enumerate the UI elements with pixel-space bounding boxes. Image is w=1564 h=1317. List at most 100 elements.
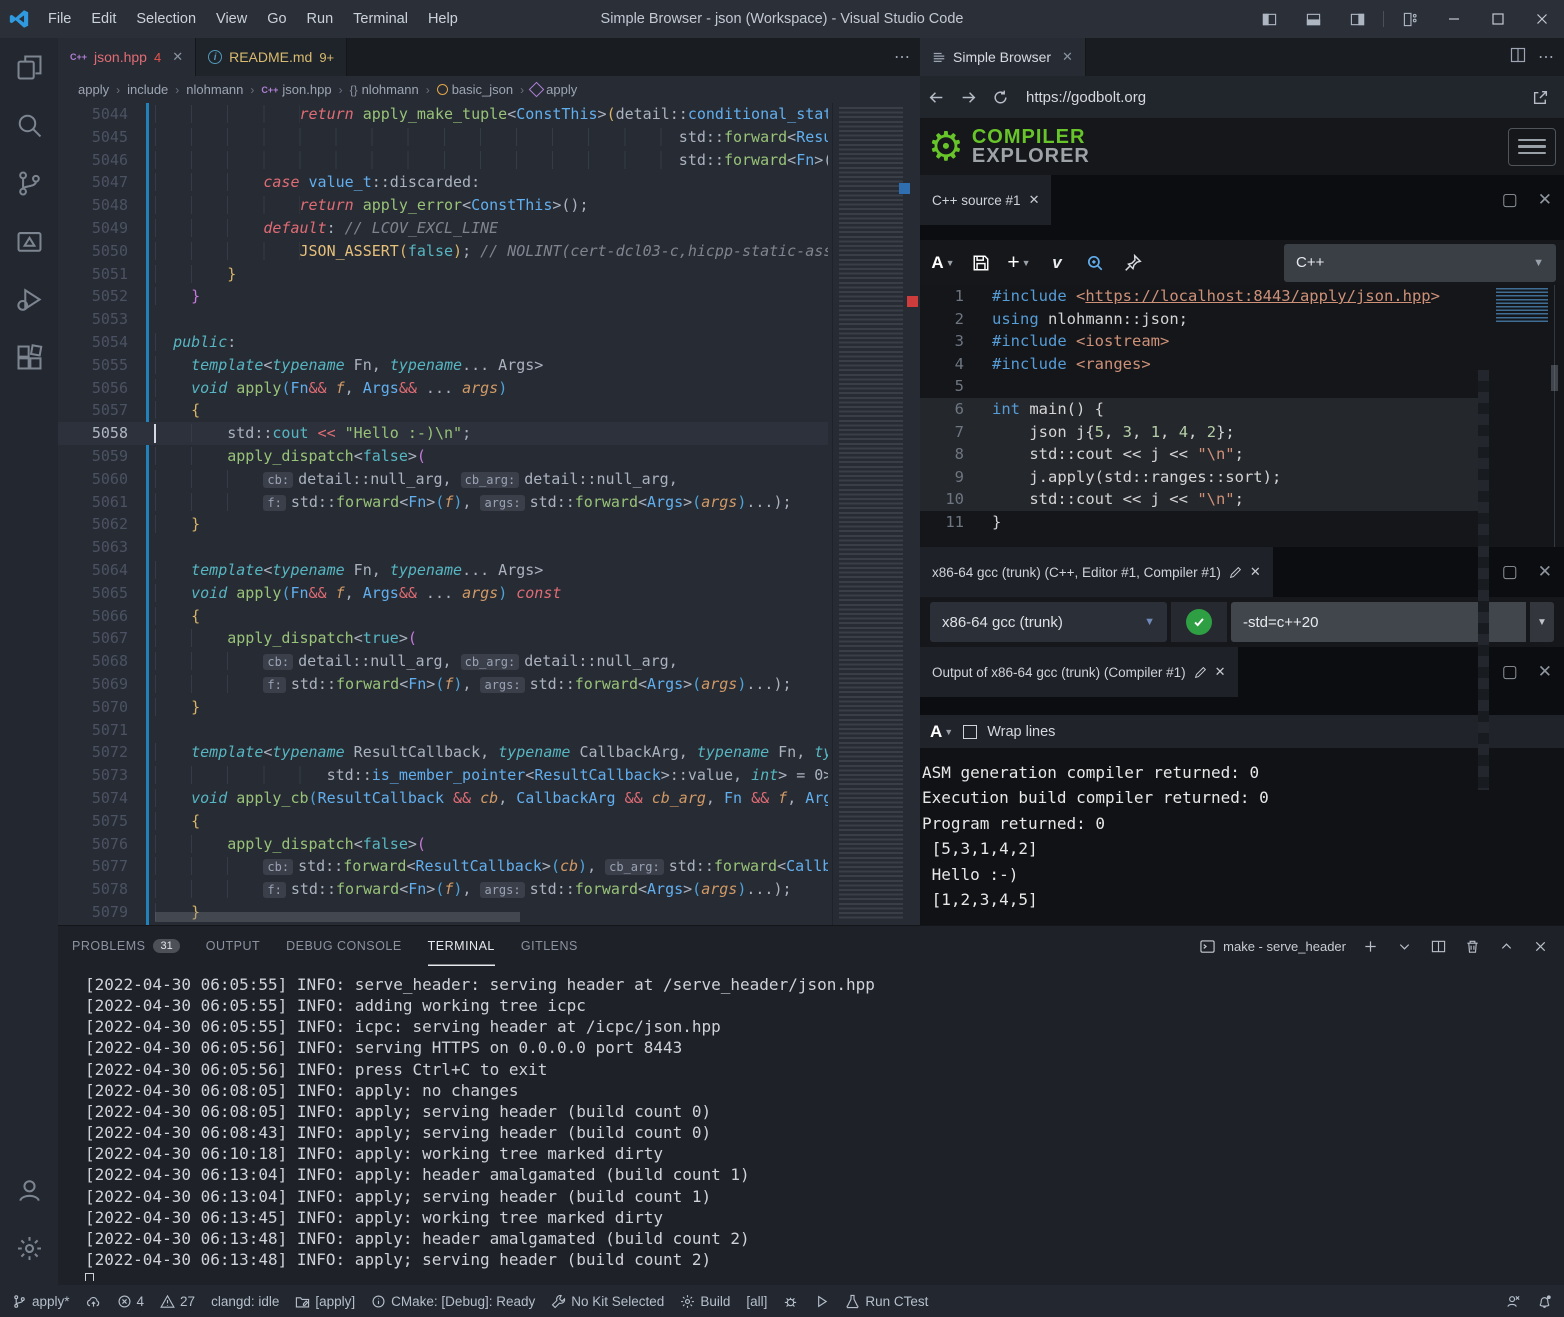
customize-layout-icon[interactable] — [1388, 0, 1432, 38]
panel-tab-output[interactable]: OUTPUT — [206, 926, 260, 966]
code-line[interactable]: 5075 { — [58, 810, 828, 833]
status-item-apply-[interactable]: apply* — [12, 1294, 70, 1309]
godbolt-code-line[interactable]: 5 — [920, 375, 1564, 398]
forward-icon[interactable] — [952, 81, 984, 113]
panel-tab-gitlens[interactable]: GITLENS — [521, 926, 578, 966]
rename-pane-icon[interactable] — [1194, 666, 1207, 679]
code-line[interactable]: 5077 cb:std::forward<ResultCallback>(cb)… — [58, 855, 828, 878]
status-item-publish-cloud-icon[interactable] — [86, 1294, 101, 1309]
close-tab-icon[interactable]: ✕ — [1062, 49, 1073, 65]
run-debug-icon[interactable] — [0, 270, 58, 328]
panel-tab-terminal[interactable]: TERMINAL — [428, 926, 495, 966]
new-terminal-icon[interactable] — [1360, 936, 1380, 956]
menu-terminal[interactable]: Terminal — [343, 11, 418, 27]
godbolt-code-line[interactable]: 11} — [920, 511, 1564, 534]
code-line[interactable]: 5047 case value_t::discarded: — [58, 171, 828, 194]
compiler-pane-tab[interactable]: x86-64 gcc (trunk) (C++, Editor #1, Comp… — [920, 547, 1273, 597]
code-line[interactable]: 5049 default: // LCOV_EXCL_LINE — [58, 217, 828, 240]
status-item-play-icon[interactable] — [814, 1294, 829, 1309]
code-line[interactable]: 5072 template<typename ResultCallback, t… — [58, 741, 828, 764]
status-item-run-ctest[interactable]: Run CTest — [845, 1294, 928, 1309]
code-line[interactable]: 5046 std::forward<Fn>(f), — [58, 149, 828, 172]
open-external-icon[interactable] — [1524, 81, 1556, 113]
code-line[interactable]: 5071 — [58, 719, 828, 742]
status-item-27[interactable]: 27 — [160, 1294, 195, 1309]
godbolt-code-line[interactable]: 7 json j{5, 3, 1, 4, 2}; — [920, 421, 1480, 444]
code-line[interactable]: 5044 return apply_make_tuple<ConstThis>(… — [58, 103, 828, 126]
url-input[interactable]: https://godbolt.org — [1026, 89, 1524, 106]
code-line[interactable]: 5054 public: — [58, 331, 828, 354]
code-line[interactable]: 5056 void apply(Fn&& f, Args&& ... args) — [58, 377, 828, 400]
source-control-icon[interactable] — [0, 154, 58, 212]
breadcrumb-item-nlohmann[interactable]: {}nlohmann — [350, 82, 419, 97]
compiler-select[interactable]: x86-64 gcc (trunk) ▼ — [930, 602, 1167, 642]
code-line[interactable]: 5048 return apply_error<ConstThis>(); — [58, 194, 828, 217]
search-icon[interactable] — [1080, 248, 1110, 278]
close-pane-icon[interactable]: ✕ — [1250, 564, 1261, 580]
close-pane-icon[interactable]: ✕ — [1215, 664, 1226, 680]
language-select[interactable]: C++ ▼ — [1284, 244, 1556, 282]
editor-more-actions-icon[interactable]: ⋯ — [894, 47, 910, 67]
rename-pane-icon[interactable] — [1229, 566, 1242, 579]
breadcrumb-item-apply[interactable]: apply — [531, 82, 577, 97]
code-line[interactable]: 5074 void apply_cb(ResultCallback && cb,… — [58, 787, 828, 810]
minimap[interactable] — [832, 103, 920, 925]
vim-mode-icon[interactable]: v — [1042, 248, 1072, 278]
code-line[interactable]: 5078 f:std::forward<Fn>(f), args:std::fo… — [58, 878, 828, 901]
close-panel-icon[interactable] — [1530, 936, 1550, 956]
code-line[interactable]: 5045 std::forward<ResultCallback>(cb), — [58, 126, 828, 149]
panel-collapse-icon[interactable] — [1496, 936, 1516, 956]
godbolt-code-line[interactable]: 4#include <ranges> — [920, 353, 1564, 376]
code-line[interactable]: 5051 } — [58, 263, 828, 286]
status-item-build[interactable]: Build — [680, 1294, 730, 1309]
code-line[interactable]: 5066 { — [58, 605, 828, 628]
close-pane-icon[interactable]: ✕ — [1029, 192, 1040, 208]
status-item-cmake-debug-ready[interactable]: CMake: [Debug]: Ready — [371, 1294, 535, 1309]
breadcrumb-item-json.hpp[interactable]: C++json.hpp — [261, 82, 331, 97]
godbolt-code-line[interactable]: 10 std::cout << j << "\n"; — [920, 488, 1480, 511]
toggle-panel-icon[interactable] — [1291, 0, 1335, 38]
status-item-feedback-icon[interactable] — [1506, 1294, 1521, 1309]
horizontal-scrollbar[interactable] — [155, 912, 520, 922]
code-line[interactable]: 5064 template<typename Fn, typename... A… — [58, 559, 828, 582]
maximize-icon[interactable] — [1476, 0, 1520, 38]
split-editor-icon[interactable] — [1510, 47, 1526, 68]
panel-tab-problems[interactable]: PROBLEMS31 — [72, 926, 180, 966]
close-pane-icon[interactable]: ✕ — [1538, 190, 1552, 210]
breadcrumb-item-basic_json[interactable]: basic_json — [437, 82, 513, 97]
code-line[interactable]: 5073 std::is_member_pointer<ResultCallba… — [58, 764, 828, 787]
panel-tab-debug-console[interactable]: DEBUG CONSOLE — [286, 926, 402, 966]
editor-tab-README.md[interactable]: iREADME.md9+ — [196, 38, 347, 76]
code-line[interactable]: 5058 std::cout << "Hello :-)\n"; — [58, 422, 828, 445]
godbolt-code-line[interactable]: 8 std::cout << j << "\n"; — [920, 443, 1480, 466]
maximize-pane-icon[interactable]: ▢ — [1502, 190, 1518, 210]
breadcrumb-item-nlohmann[interactable]: nlohmann — [186, 82, 243, 97]
status-item-clangd-idle[interactable]: clangd: idle — [211, 1294, 279, 1309]
code-line[interactable]: 5063 — [58, 536, 828, 559]
reload-icon[interactable] — [984, 81, 1016, 113]
add-editor-icon[interactable]: +▼ — [1004, 248, 1034, 278]
tab-simple-browser[interactable]: Simple Browser ✕ — [920, 38, 1086, 76]
code-line[interactable]: 5053 — [58, 308, 828, 331]
close-window-icon[interactable] — [1520, 0, 1564, 38]
status-item-bug-icon[interactable] — [783, 1294, 798, 1309]
code-line[interactable]: 5069 f:std::forward<Fn>(f), args:std::fo… — [58, 673, 828, 696]
status-item-no-kit-selected[interactable]: No Kit Selected — [551, 1294, 664, 1309]
godbolt-code-line[interactable]: 9 j.apply(std::ranges::sort); — [920, 466, 1480, 489]
menu-edit[interactable]: Edit — [81, 11, 126, 27]
options-dropdown-icon[interactable]: ▼ — [1530, 602, 1554, 642]
breadcrumb-item-include[interactable]: include — [127, 82, 168, 97]
code-line[interactable]: 5067 apply_dispatch<true>( — [58, 627, 828, 650]
terminal-output[interactable]: [2022-04-30 06:05:55] INFO: serve_header… — [85, 974, 1554, 1281]
status-item-bell-dot-icon[interactable] — [1537, 1294, 1552, 1309]
font-size-icon[interactable]: A▼ — [928, 248, 958, 278]
code-line[interactable]: 5065 void apply(Fn&& f, Args&& ... args)… — [58, 582, 828, 605]
hamburger-menu-icon[interactable] — [1508, 128, 1556, 166]
toggle-sidebar-icon[interactable] — [1247, 0, 1291, 38]
code-line[interactable]: 5068 cb:detail::null_arg, cb_arg:detail:… — [58, 650, 828, 673]
godbolt-scrollbar[interactable] — [1551, 365, 1558, 391]
editor-tab-json.hpp[interactable]: C++json.hpp4✕ — [58, 38, 196, 76]
menu-help[interactable]: Help — [418, 11, 468, 27]
close-tab-icon[interactable]: ✕ — [172, 49, 183, 65]
code-line[interactable]: 5062 } — [58, 513, 828, 536]
